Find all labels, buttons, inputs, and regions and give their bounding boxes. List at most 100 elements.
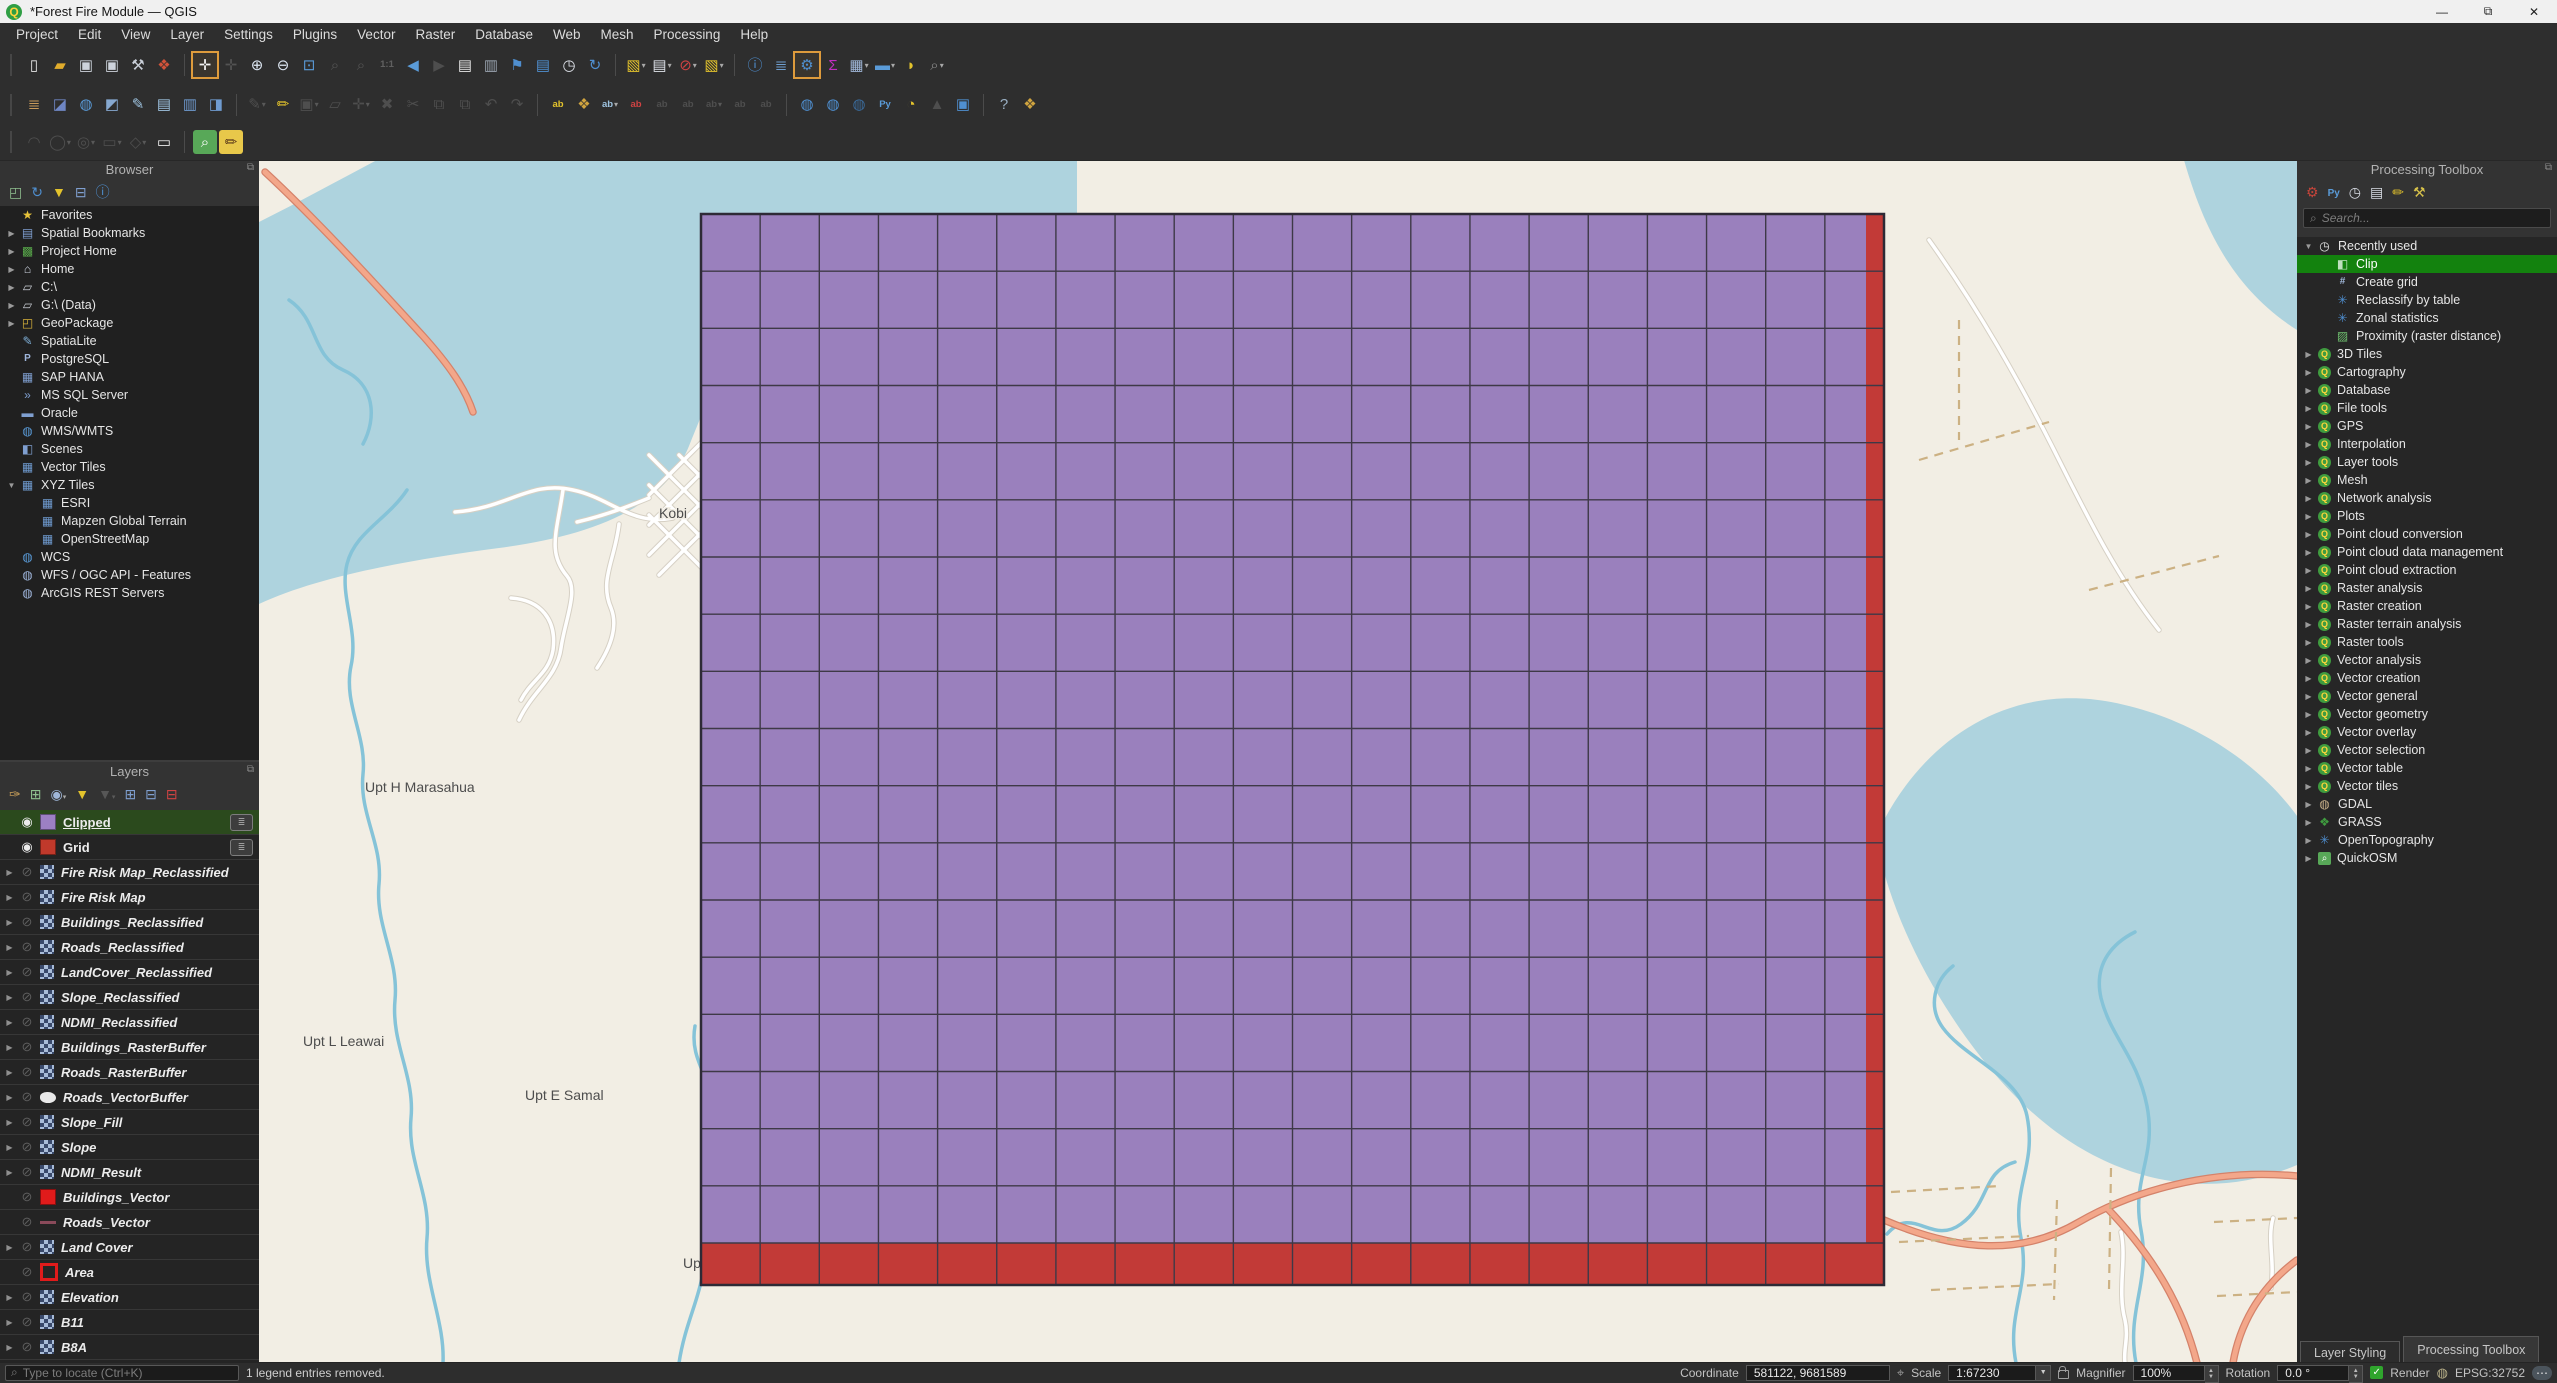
menu-layer[interactable]: Layer	[160, 27, 214, 42]
browser-item-arcgis-rest-servers[interactable]: ◍ArcGIS REST Servers	[0, 584, 259, 602]
visibility-eye-off-icon[interactable]: ⊘	[17, 914, 37, 930]
layer-labeling-button[interactable]: ab	[546, 93, 570, 117]
undo-button[interactable]: ↶	[479, 93, 503, 117]
visibility-eye-off-icon[interactable]: ⊘	[17, 964, 37, 980]
tab-layer-styling[interactable]: Layer Styling	[2300, 1341, 2400, 1363]
tab-processing-toolbox[interactable]: Processing Toolbox	[2403, 1336, 2539, 1363]
chevron-down-icon[interactable]: ▾	[262, 100, 266, 109]
menu-project[interactable]: Project	[6, 27, 68, 42]
layer-item-roads-rasterbuffer[interactable]: ▶⊘Roads_RasterBuffer	[0, 1060, 259, 1085]
expander-icon[interactable]: ▶	[2301, 818, 2316, 827]
chevron-down-icon[interactable]: ▾	[112, 794, 116, 801]
visibility-eye-off-icon[interactable]: ⊘	[17, 1214, 37, 1230]
chevron-down-icon[interactable]: ▾	[668, 61, 672, 70]
open-project-button[interactable]: ▰	[48, 53, 72, 77]
project-properties-button[interactable]: ⚒	[126, 53, 150, 77]
expander-icon[interactable]: ▶	[2301, 710, 2316, 719]
temporal-controller-button[interactable]: ◷	[557, 53, 581, 77]
expander-icon[interactable]: ▶	[2301, 836, 2316, 845]
toolbox-item-raster-creation[interactable]: ▶QRaster creation	[2297, 597, 2557, 615]
zoom-out-tool[interactable]: ⊖	[271, 53, 295, 77]
toolbox-search-input[interactable]: ⌕ Search...	[2303, 208, 2551, 228]
spinner-arrows-icon[interactable]: ▲▼	[2349, 1365, 2363, 1383]
chevron-down-icon[interactable]: ▾	[614, 100, 618, 109]
expander-icon[interactable]: ▶	[2301, 566, 2316, 575]
browser-item-favorites[interactable]: ★Favorites	[0, 206, 259, 224]
change-label-tool[interactable]: ab▾	[702, 93, 726, 117]
expander-icon[interactable]: ▶	[4, 265, 19, 274]
show-statistics-button[interactable]: Σ	[821, 53, 845, 77]
expander-icon[interactable]: ▶	[2301, 404, 2316, 413]
browser-add-selected-layers-button[interactable]: ◰	[9, 185, 22, 199]
measure-tool[interactable]: ▬▾	[873, 53, 897, 77]
open-attribute-table-button[interactable]: ▦▾	[847, 53, 871, 77]
expander-icon[interactable]: ▶	[2, 1168, 17, 1177]
browser-item-xyz-tiles[interactable]: ▼▦XYZ Tiles	[0, 476, 259, 494]
visibility-eye-off-icon[interactable]: ⊘	[17, 1014, 37, 1030]
layer-item-buildings-rasterbuffer[interactable]: ▶⊘Buildings_RasterBuffer	[0, 1035, 259, 1060]
toolbox-item-vector-table[interactable]: ▶QVector table	[2297, 759, 2557, 777]
expander-icon[interactable]: ▶	[2, 1093, 17, 1102]
add-delimited-text-layer-button[interactable]: ✎	[126, 93, 150, 117]
expander-icon[interactable]: ▶	[2301, 440, 2316, 449]
chevron-down-icon[interactable]: ▾	[142, 138, 146, 147]
quickosm-query-button[interactable]: ⌕	[193, 130, 217, 154]
rotate-label-tool[interactable]: ab	[676, 93, 700, 117]
label-options-button[interactable]: ab	[754, 93, 778, 117]
chevron-down-icon[interactable]: ▾	[720, 61, 724, 70]
paste-features-button[interactable]: ⧉	[453, 93, 477, 117]
toolbox-item-raster-tools[interactable]: ▶QRaster tools	[2297, 633, 2557, 651]
zoom-to-layer-button[interactable]: ⌕	[349, 53, 373, 77]
redo-button[interactable]: ↷	[505, 93, 529, 117]
layer-item-grid[interactable]: ◉Grid≣	[0, 835, 259, 860]
temporary-scratch-layer-icon[interactable]: ≣	[230, 814, 253, 831]
expander-icon[interactable]: ▶	[2301, 350, 2316, 359]
toolbox-item-create-grid[interactable]: #Create grid	[2297, 273, 2557, 291]
browser-item-mapzen-global-terrain[interactable]: ▦Mapzen Global Terrain	[0, 512, 259, 530]
save-project-button[interactable]: ▣	[74, 53, 98, 77]
browser-item-scenes[interactable]: ◧Scenes	[0, 440, 259, 458]
chevron-down-icon[interactable]: ▾	[67, 138, 71, 147]
move-feature-tool[interactable]: ✛▾	[349, 93, 373, 117]
expander-icon[interactable]: ▶	[2301, 638, 2316, 647]
pan-to-selection-tool[interactable]: ✛	[219, 53, 243, 77]
toolbox-item-point-cloud-data-management[interactable]: ▶QPoint cloud data management	[2297, 543, 2557, 561]
save-project-as-button[interactable]: ▣	[100, 53, 124, 77]
digitize-ellipse-tool[interactable]: ◎▾	[74, 130, 98, 154]
expander-icon[interactable]: ▶	[2301, 584, 2316, 593]
magnifier-spinner[interactable]: 100% ▲▼	[2133, 1365, 2219, 1381]
scale-combo[interactable]: 1:67230 ▼	[1948, 1365, 2051, 1381]
save-layer-edits-button[interactable]: ▣▾	[297, 93, 321, 117]
chevron-down-icon[interactable]: ▾	[642, 61, 646, 70]
expander-icon[interactable]: ▶	[2301, 386, 2316, 395]
menu-processing[interactable]: Processing	[644, 27, 731, 42]
web-services-button[interactable]: ◍	[847, 93, 871, 117]
expander-icon[interactable]: ▶	[2301, 602, 2316, 611]
toolbox-item-cartography[interactable]: ▶QCartography	[2297, 363, 2557, 381]
expander-icon[interactable]: ▶	[2, 1243, 17, 1252]
highlight-pinned-labels-button[interactable]: ab	[624, 93, 648, 117]
toolbox-item-raster-terrain-analysis[interactable]: ▶QRaster terrain analysis	[2297, 615, 2557, 633]
expander-icon[interactable]: ▶	[2, 1018, 17, 1027]
messages-button[interactable]: ⋯	[2532, 1366, 2552, 1380]
expander-icon[interactable]: ▶	[2, 968, 17, 977]
toolbox-models-button[interactable]: ⚙	[2306, 185, 2319, 199]
select-features-by-value-tool[interactable]: ▤▾	[650, 53, 674, 77]
select-by-location-button[interactable]: ▧▾	[702, 53, 726, 77]
chevron-down-icon[interactable]: ▾	[118, 138, 122, 147]
expander-icon[interactable]: ▶	[2, 918, 17, 927]
annotation-select-tool[interactable]: ▭	[152, 130, 176, 154]
toolbox-item-vector-overlay[interactable]: ▶QVector overlay	[2297, 723, 2557, 741]
toolbox-item-network-analysis[interactable]: ▶QNetwork analysis	[2297, 489, 2557, 507]
expander-icon[interactable]: ▼	[2301, 242, 2316, 251]
expander-icon[interactable]: ▼	[4, 481, 19, 490]
menu-database[interactable]: Database	[465, 27, 543, 42]
chevron-down-icon[interactable]: ▾	[865, 61, 869, 70]
layer-item-fire-risk-map[interactable]: ▶⊘Fire Risk Map	[0, 885, 259, 910]
float-panel-icon[interactable]: ⧉	[247, 764, 254, 775]
move-label-tool[interactable]: ab	[650, 93, 674, 117]
toolbox-results-viewer-button[interactable]: ▤	[2370, 185, 2383, 199]
visibility-eye-off-icon[interactable]: ⊘	[17, 1314, 37, 1330]
wms-browser-button[interactable]: ◍	[821, 93, 845, 117]
toolbox-item-clip[interactable]: ◧Clip	[2297, 255, 2557, 273]
